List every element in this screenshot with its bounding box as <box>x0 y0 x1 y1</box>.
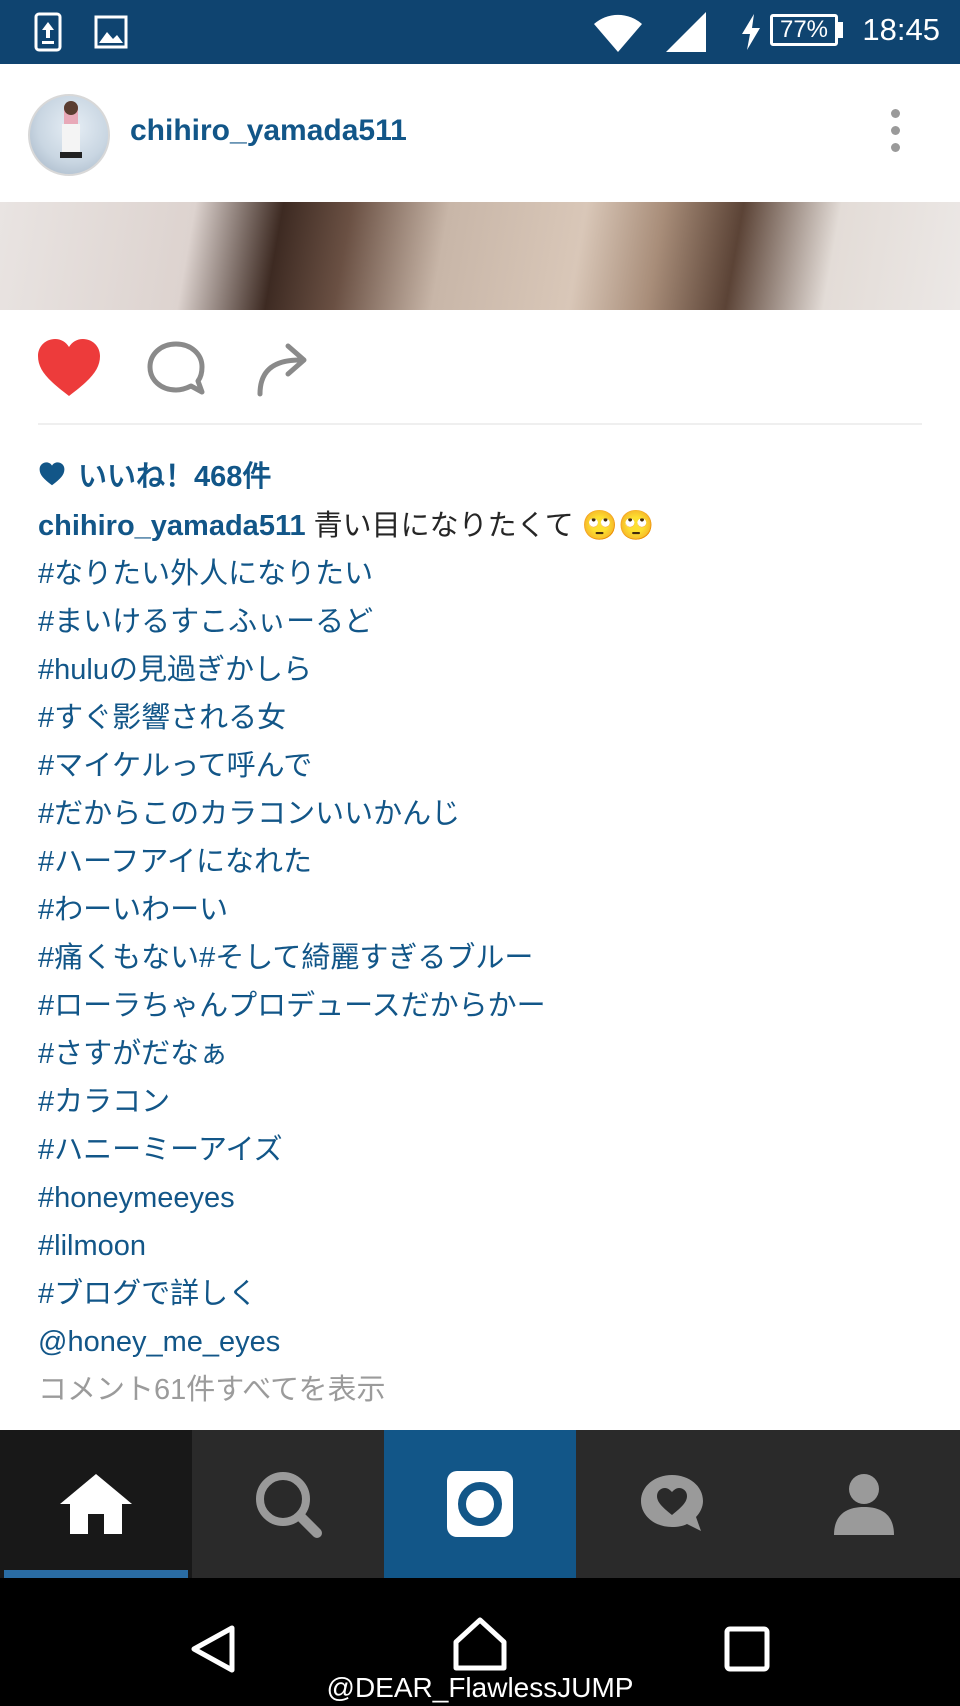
post-username[interactable]: chihiro_yamada511 <box>130 114 407 148</box>
divider <box>38 423 922 425</box>
profile-icon <box>834 1474 894 1535</box>
upload-notification-icon <box>34 12 62 52</box>
battery-icon: 77% <box>770 14 838 46</box>
hashtag[interactable]: #すぐ影響される女 <box>38 694 938 742</box>
hashtag[interactable]: #だからこのカラコンいいかんじ <box>38 790 938 838</box>
watermark: @DEAR_FlawlessJUMP <box>326 1672 634 1703</box>
caption-username[interactable]: chihiro_yamada511 <box>38 510 306 542</box>
post-header: chihiro_yamada511 <box>0 64 960 202</box>
like-heart-icon[interactable] <box>36 338 102 398</box>
tab-camera[interactable] <box>384 1430 576 1578</box>
bottom-tab-bar <box>0 1430 960 1578</box>
hashtag[interactable]: #honeymeeyes <box>38 1174 938 1222</box>
hashtag[interactable]: #わーいわーい <box>38 886 938 934</box>
hashtag[interactable]: #lilmoon <box>38 1222 938 1270</box>
clock: 18:45 <box>862 12 940 47</box>
more-options-icon[interactable] <box>880 109 910 159</box>
caption-first-line: chihiro_yamada511 青い目になりたくて 🙄🙄 <box>38 502 938 550</box>
back-icon[interactable] <box>188 1624 238 1674</box>
post-actions <box>0 310 960 425</box>
wifi-icon <box>594 14 642 52</box>
hashtag[interactable]: #ブログで詳しく <box>38 1270 938 1318</box>
small-heart-icon <box>39 462 65 486</box>
hashtag[interactable]: #huluの見過ぎかしら <box>38 646 938 694</box>
caption: chihiro_yamada511 青い目になりたくて 🙄🙄 #なりたい外人にな… <box>38 502 938 1414</box>
hashtag[interactable]: #カラコン <box>38 1078 938 1126</box>
mention[interactable]: @honey_me_eyes <box>38 1318 938 1366</box>
avatar-photo <box>60 101 82 158</box>
caption-text: 青い目になりたくて 🙄🙄 <box>313 510 655 542</box>
status-bar: 77% 18:45 <box>0 0 960 64</box>
hashtag[interactable]: #ハニーミーアイズ <box>38 1126 938 1174</box>
post-photo[interactable] <box>0 202 960 310</box>
avatar[interactable] <box>28 94 110 176</box>
hashtag[interactable]: #まいけるすこふぃーるど <box>38 598 938 646</box>
battery-percentage: 77% <box>779 16 829 43</box>
search-icon <box>256 1472 322 1538</box>
share-icon[interactable] <box>254 336 316 398</box>
home-icon <box>60 1474 132 1534</box>
likes-count[interactable]: いいね！468件 <box>38 453 271 495</box>
comment-icon[interactable] <box>146 340 206 398</box>
tab-profile[interactable] <box>768 1430 960 1578</box>
hashtag[interactable]: #ローラちゃんプロデュースだからかー <box>38 982 938 1030</box>
activity-heart-bubble-icon <box>641 1475 703 1531</box>
hashtag[interactable]: #なりたい外人になりたい <box>38 550 938 598</box>
tab-activity[interactable] <box>576 1430 768 1578</box>
likes-text: いいね！468件 <box>78 461 272 493</box>
tab-home[interactable] <box>0 1430 192 1578</box>
charging-icon <box>742 14 760 50</box>
active-tab-indicator <box>4 1570 188 1578</box>
hashtag[interactable]: #マイケルって呼んで <box>38 742 938 790</box>
camera-icon <box>447 1471 513 1537</box>
system-navigation-bar: @DEAR_FlawlessJUMP <box>0 1578 960 1706</box>
hashtag[interactable]: #痛くもない#そして綺麗すぎるブルー <box>38 934 938 982</box>
hashtag[interactable]: #ハーフアイになれた <box>38 838 938 886</box>
cell-signal-icon <box>666 12 706 52</box>
recent-apps-icon[interactable] <box>724 1626 770 1672</box>
battery-tip <box>838 22 843 38</box>
hashtag[interactable]: #さすがだなぁ <box>38 1030 938 1078</box>
tab-search[interactable] <box>192 1430 384 1578</box>
home-nav-icon[interactable] <box>452 1616 508 1672</box>
view-all-comments-link[interactable]: コメント61件すべてを表示 <box>38 1366 938 1414</box>
image-notification-icon <box>94 15 128 49</box>
